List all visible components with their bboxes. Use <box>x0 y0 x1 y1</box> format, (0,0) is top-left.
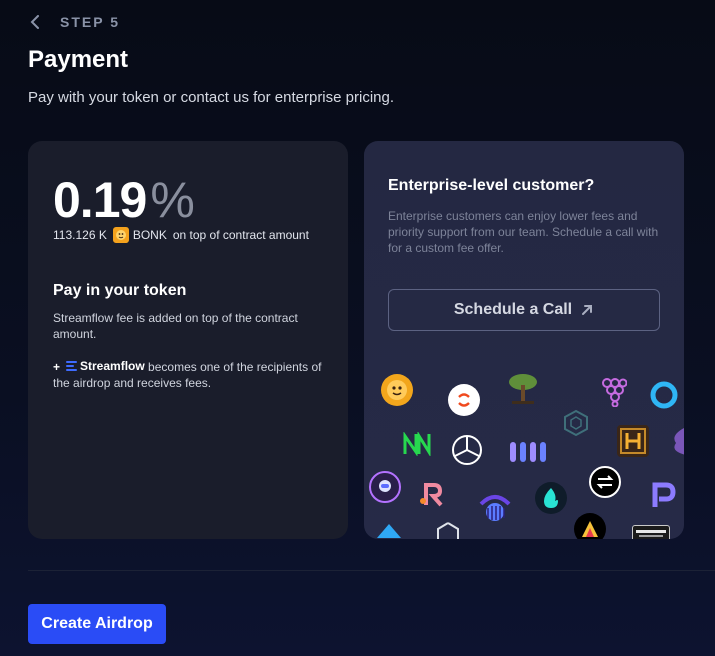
token-badge: BONK <box>112 227 167 243</box>
exchange-logo-icon <box>589 466 621 498</box>
enterprise-title: Enterprise-level customer? <box>388 177 595 194</box>
footer-divider <box>28 570 715 571</box>
create-airdrop-button[interactable]: Create Airdrop <box>28 604 166 644</box>
nft-logo-icon <box>434 521 462 539</box>
orca-logo-icon <box>478 491 512 525</box>
bonk-logo-icon <box>381 374 413 406</box>
bonk-token-icon <box>112 227 129 243</box>
tree-logo-icon <box>505 371 541 407</box>
streamflow-note: + Streamflow becomes one of the recipient… <box>53 358 333 391</box>
fee-amount-suffix: on top of contract amount <box>172 228 309 242</box>
fee-percentage: 0.19% <box>53 171 195 229</box>
pocket-logo-icon <box>632 525 670 539</box>
schedule-call-button[interactable]: Schedule a Call <box>388 289 660 331</box>
token-symbol: BONK <box>132 228 167 242</box>
swap-logo-icon <box>448 384 480 416</box>
streamflow-brand: Streamflow <box>66 358 145 374</box>
step-label: STEP 5 <box>60 14 120 30</box>
page-title: Payment <box>28 46 129 73</box>
streamflow-logo-icon <box>66 361 78 371</box>
p-logo-icon <box>647 479 679 511</box>
grape-logo-icon <box>596 374 630 408</box>
brand-name: Streamflow <box>80 359 145 373</box>
hh-logo-icon <box>617 425 649 457</box>
plus-icon: + <box>53 360 61 374</box>
triangle-logo-icon <box>574 513 606 539</box>
circle-logo-icon <box>648 379 680 411</box>
flame-logo-icon <box>535 482 567 514</box>
schedule-call-label: Schedule a Call <box>453 301 573 318</box>
compass-logo-icon <box>451 434 483 466</box>
arrow-up-right-icon <box>582 305 593 315</box>
fee-amount: 113.126 K <box>53 228 107 242</box>
pay-token-description: Streamflow fee is added on top of the co… <box>53 311 298 341</box>
hex-logo-icon <box>560 407 592 439</box>
astronaut-logo-icon <box>369 471 401 503</box>
r-logo-icon <box>416 479 448 511</box>
bird-logo-icon <box>374 519 404 539</box>
fee-amount-line: 113.126 K BONK on top of contract amount <box>53 227 309 243</box>
fee-unit: % <box>150 172 194 228</box>
step-header: STEP 5 <box>30 12 120 32</box>
fee-card: 0.19% 113.126 K BONK on top of contract … <box>28 141 348 539</box>
flower-logo-icon <box>667 425 684 457</box>
fee-value: 0.19 <box>53 172 147 228</box>
page-subtitle: Pay with your token or contact us for en… <box>28 89 395 106</box>
pay-token-title: Pay in your token <box>53 282 187 299</box>
chevron-left-icon[interactable] <box>30 12 44 32</box>
enterprise-description: Enterprise customers can enjoy lower fee… <box>388 209 659 255</box>
neon-logo-icon <box>401 428 433 460</box>
enterprise-card: Enterprise-level customer? Enterprise cu… <box>364 141 684 539</box>
dots-logo-icon <box>508 437 548 467</box>
